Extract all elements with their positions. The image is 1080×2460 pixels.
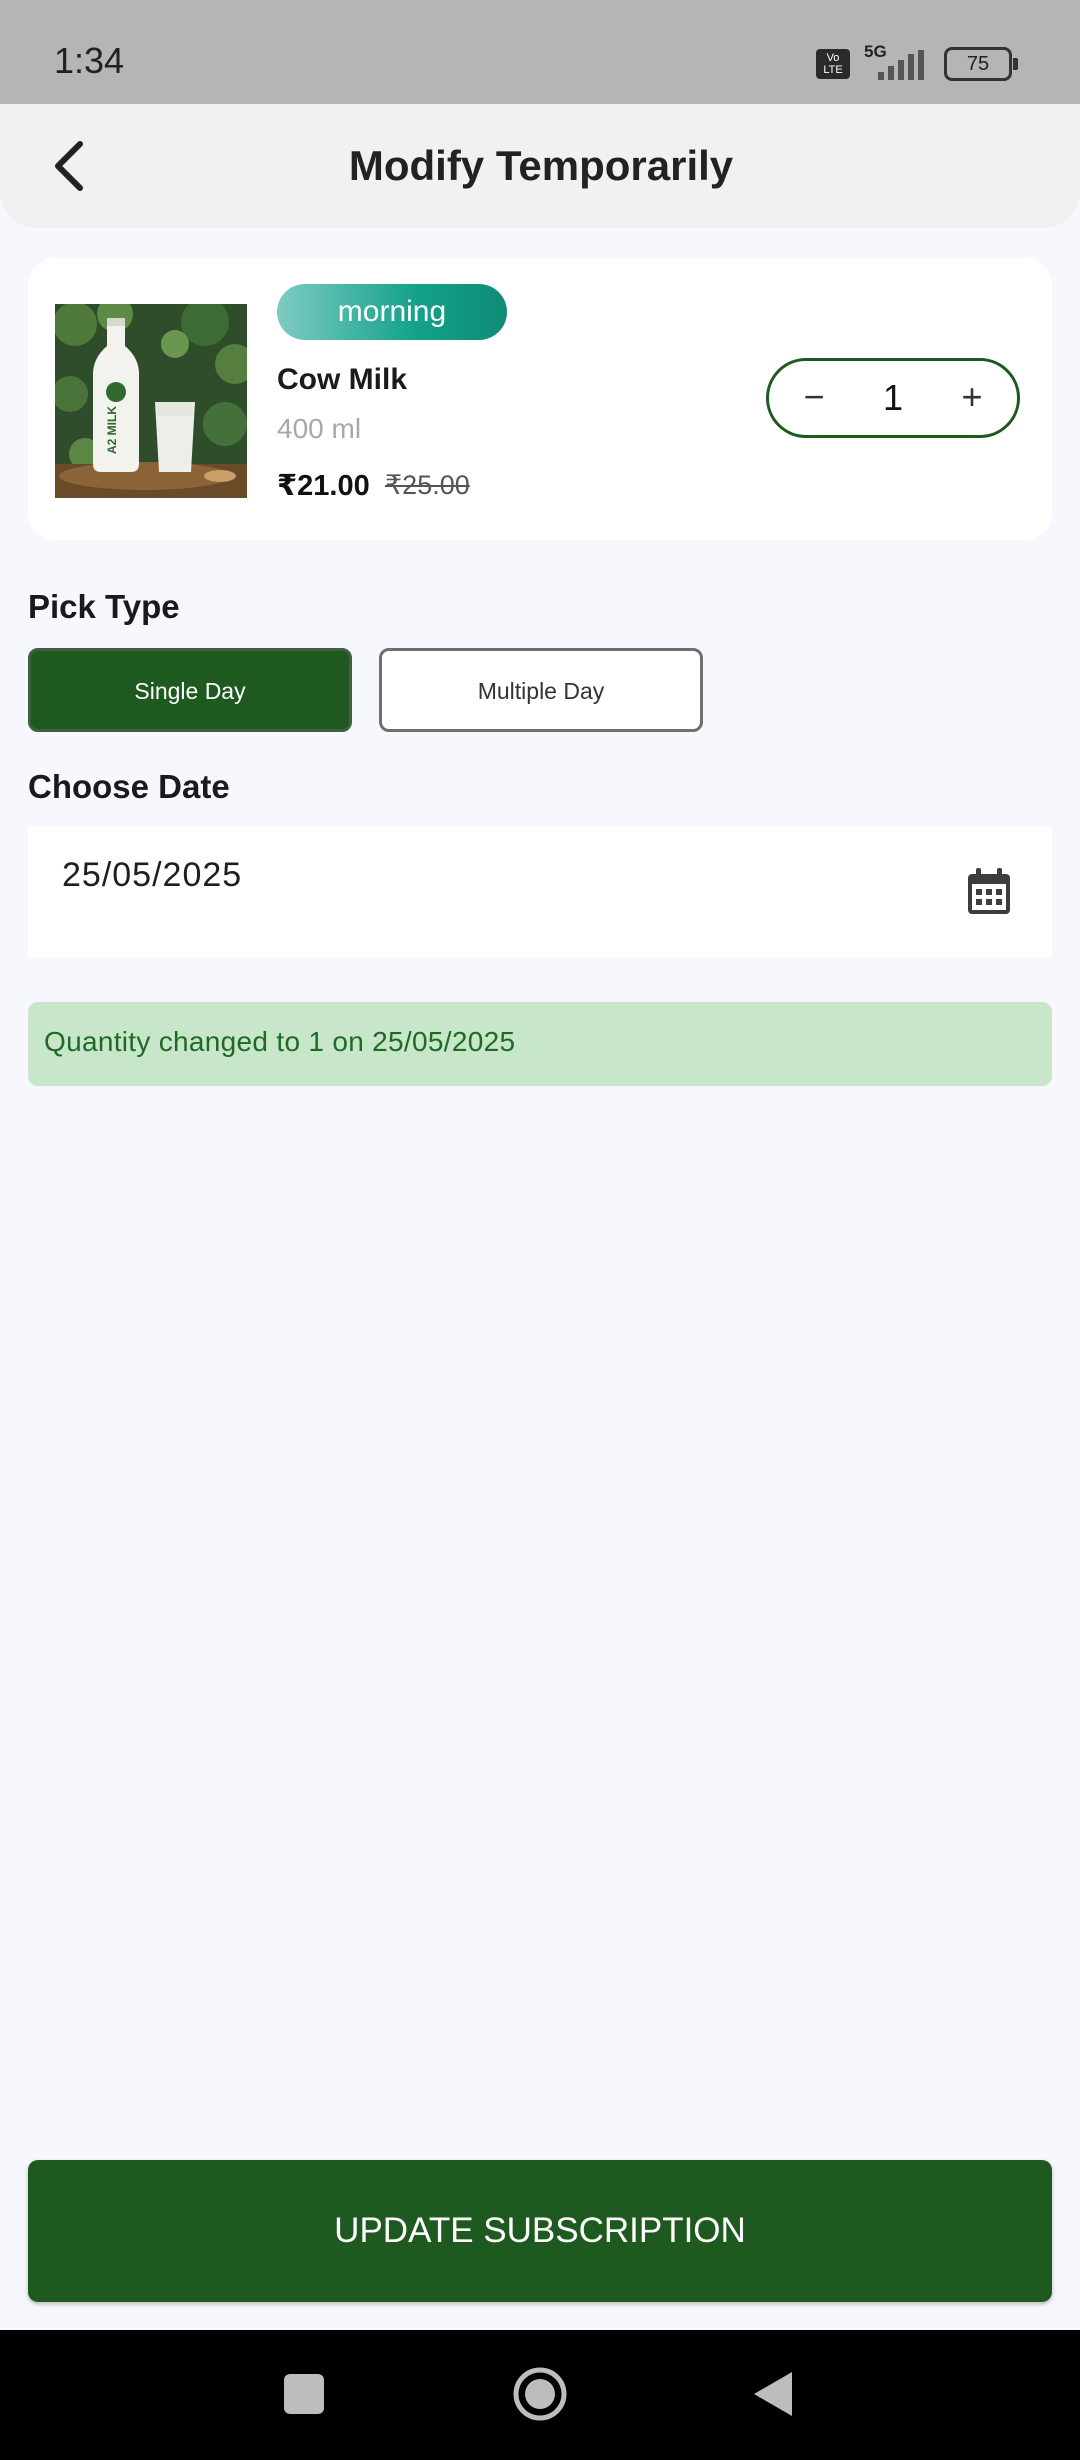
recents-button[interactable] — [284, 2374, 324, 2414]
date-field[interactable]: 25/05/2025 — [28, 826, 1052, 958]
date-value: 25/05/2025 — [62, 856, 243, 894]
quantity-change-notice: Quantity changed to 1 on 25/05/2025 — [28, 1002, 1052, 1086]
battery-icon: 75 — [944, 47, 1018, 81]
product-name: Cow Milk — [277, 363, 408, 396]
quantity-stepper: − 1 + — [766, 358, 1020, 438]
system-nav-bar — [0, 2330, 1080, 2460]
volte-line1: Vo — [826, 52, 840, 64]
product-mrp: ₹25.00 — [385, 470, 470, 500]
notice-text: Quantity changed to 1 on 25/05/2025 — [44, 1026, 516, 1057]
home-button[interactable] — [512, 2366, 568, 2422]
calendar-icon[interactable] — [966, 868, 1012, 916]
volte-line2: LTE — [823, 64, 843, 76]
page-title: Modify Temporarily — [348, 142, 734, 189]
single-day-button[interactable]: Single Day — [28, 648, 352, 732]
status-icons: Vo LTE 5G 75 — [816, 42, 1018, 84]
product-card: A2 MILK morning Cow Milk 400 ml ₹21.00 ₹… — [28, 258, 1052, 540]
svg-text:A2 MILK: A2 MILK — [105, 406, 119, 454]
product-size: 400 ml — [277, 413, 362, 444]
app-bar: Modify Temporarily — [0, 104, 1080, 228]
status-time: 1:34 — [54, 40, 125, 81]
status-bar: 1:34 Vo LTE 5G 75 — [0, 0, 1080, 104]
product-price: ₹21.00 — [277, 470, 370, 502]
product-image: A2 MILK — [55, 304, 247, 498]
multiple-day-button[interactable]: Multiple Day — [379, 648, 703, 732]
quantity-value: 1 — [882, 377, 904, 418]
increment-button[interactable]: + — [937, 361, 1007, 435]
decrement-button[interactable]: − — [779, 361, 849, 435]
volte-icon: Vo LTE — [816, 49, 850, 79]
pick-type-label: Pick Type — [28, 588, 180, 625]
signal-icon: 5G — [864, 42, 930, 82]
delivery-slot-badge: morning — [277, 284, 507, 340]
update-subscription-button[interactable]: UPDATE SUBSCRIPTION — [28, 2160, 1052, 2302]
system-back-button[interactable] — [752, 2370, 794, 2418]
choose-date-label: Choose Date — [28, 768, 230, 805]
